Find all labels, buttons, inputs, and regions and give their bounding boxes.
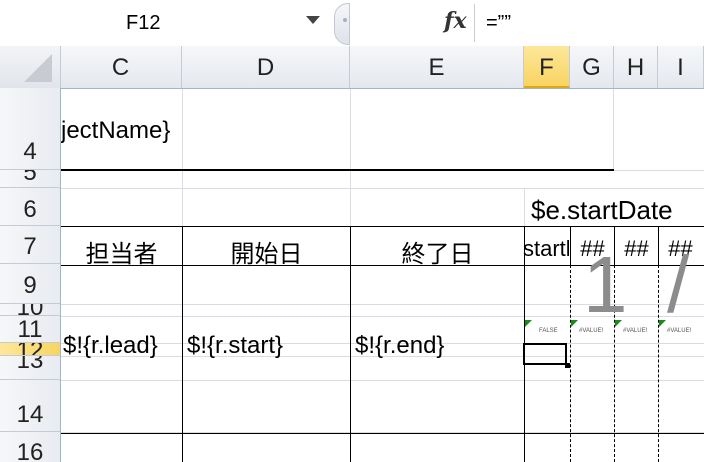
row-header-12[interactable]: 12 <box>0 343 60 356</box>
start-cell[interactable]: $!{r.start} <box>187 332 283 360</box>
column-header-bar: C D E F G H I <box>0 46 704 89</box>
row-header-13[interactable]: 13 <box>0 356 60 380</box>
end-cell[interactable]: $!{r.end} <box>355 332 444 360</box>
name-box-value[interactable]: F12 <box>126 12 160 35</box>
row-header-7[interactable]: 7 <box>0 226 60 264</box>
dashed-border-fg <box>570 265 571 462</box>
column-header-f[interactable]: F <box>524 46 570 88</box>
f11-cell[interactable]: FALSE <box>539 328 558 334</box>
header-lead[interactable]: 担当者 <box>61 234 182 269</box>
error-indicator-icon <box>525 320 532 327</box>
error-indicator-icon <box>615 320 622 327</box>
row-header-14[interactable]: 14 <box>0 380 60 432</box>
dashed-border-hi <box>658 265 659 462</box>
column-header-h[interactable]: H <box>614 46 658 88</box>
gridline <box>350 89 351 226</box>
sheet-grid[interactable]: jectName} $e.startDate 担当者 開始日 終了日 start… <box>61 89 704 462</box>
fx-icon[interactable]: fx <box>444 8 467 34</box>
lead-cell[interactable]: $!{r.lead} <box>63 332 158 360</box>
header-end[interactable]: 終了日 <box>351 234 524 269</box>
gridline <box>613 89 614 169</box>
row-header-6[interactable]: 6 <box>0 188 60 226</box>
row-header-10[interactable]: 10 <box>0 304 60 316</box>
i11-cell[interactable]: #VALUE! <box>667 328 691 334</box>
error-indicator-icon <box>571 320 578 327</box>
g11-cell[interactable]: #VALUE! <box>579 328 603 334</box>
row-header-5[interactable]: 5 <box>0 170 60 188</box>
name-box-dropdown-icon[interactable] <box>306 16 320 24</box>
big-slash-overlay: / <box>667 240 690 329</box>
row-header-11[interactable]: 11 <box>0 316 60 343</box>
formula-input[interactable]: =”” <box>486 12 511 35</box>
gridline <box>61 380 704 381</box>
header-start[interactable]: 開始日 <box>183 234 350 269</box>
start-date-header-cell[interactable]: $e.startDate <box>531 195 673 226</box>
fill-handle[interactable] <box>565 363 570 368</box>
column-header-g[interactable]: G <box>570 46 614 88</box>
column-header-d[interactable]: D <box>182 46 350 88</box>
gridline <box>182 89 183 226</box>
gridline <box>524 188 525 226</box>
row-header-16[interactable]: 16 <box>0 432 60 462</box>
formula-separator <box>474 4 475 42</box>
table-top-border <box>61 226 704 227</box>
row-header-4[interactable]: 4 <box>0 88 60 170</box>
h11-cell[interactable]: #VALUE! <box>623 328 647 334</box>
select-all-triangle-icon <box>24 54 52 82</box>
row-header-bar: 4 5 6 7 9 10 11 12 13 14 16 <box>0 88 61 462</box>
splitter-grip-icon <box>343 18 347 22</box>
row-header-9[interactable]: 9 <box>0 264 60 304</box>
big-number-overlay: 1 <box>583 240 628 329</box>
column-header-e[interactable]: E <box>350 46 524 88</box>
row4-bottom-border <box>61 169 614 171</box>
name-box[interactable] <box>0 3 330 43</box>
table-bottom-border <box>61 433 704 434</box>
header-f-cell[interactable]: startl <box>523 236 569 262</box>
formula-bar-splitter[interactable] <box>334 3 350 45</box>
column-header-i[interactable]: I <box>658 46 704 88</box>
column-header-c[interactable]: C <box>60 46 182 88</box>
active-cell-selection[interactable] <box>523 343 567 365</box>
project-name-cell[interactable]: jectName} <box>61 117 170 145</box>
error-indicator-icon <box>659 320 666 327</box>
gridline <box>61 188 704 189</box>
